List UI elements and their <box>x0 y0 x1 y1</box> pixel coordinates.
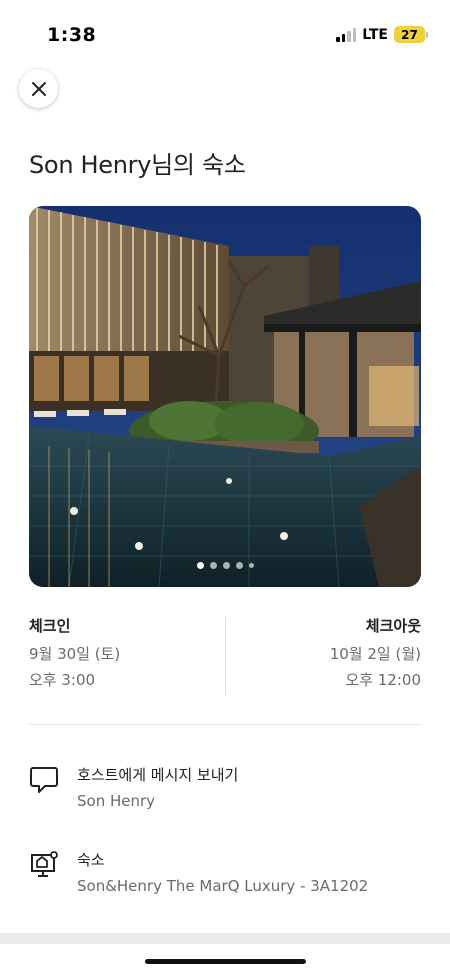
cellular-signal-icon <box>336 27 357 42</box>
checkin-column: 체크인 9월 30일 (토) 오후 3:00 <box>29 615 120 691</box>
checkin-time: 오후 3:00 <box>29 671 96 689</box>
page-title: Son Henry님의 숙소 <box>29 151 246 179</box>
listing-title: 숙소 <box>77 851 105 869</box>
checkin-date: 9월 30일 (토) <box>29 645 121 663</box>
status-bar: 1:38 LTE 27 <box>0 0 450 60</box>
carousel-dot <box>235 562 243 569</box>
carousel-indicator <box>29 562 421 569</box>
carousel-dot <box>248 563 254 568</box>
listing-photo[interactable] <box>29 206 421 587</box>
status-time: 1:38 <box>47 24 97 46</box>
checkout-date: 10월 2일 (월) <box>329 645 421 663</box>
checkin-label: 체크인 <box>29 617 71 635</box>
network-label: LTE <box>362 26 388 43</box>
checkout-time: 오후 12:00 <box>345 671 421 689</box>
carousel-dot <box>222 562 230 569</box>
close-button[interactable] <box>19 69 58 108</box>
message-host-row[interactable]: 호스트에게 메시지 보내기 Son Henry <box>29 764 421 816</box>
check-in-out-section: 체크인 9월 30일 (토) 오후 3:00 체크아웃 10월 2일 (월) 오… <box>29 615 421 697</box>
carousel-dot <box>196 562 204 569</box>
house-icon <box>31 851 58 877</box>
carousel-dot <box>209 562 217 569</box>
section-separator <box>0 933 450 944</box>
divider <box>29 724 421 725</box>
message-icon <box>30 767 58 793</box>
status-indicators: LTE 27 <box>336 26 428 43</box>
checkout-column: 체크아웃 10월 2일 (월) 오후 12:00 <box>330 615 421 691</box>
battery-icon: 27 <box>394 26 428 43</box>
battery-level: 27 <box>401 27 418 42</box>
checkout-label: 체크아웃 <box>365 617 421 635</box>
home-indicator[interactable] <box>145 959 306 964</box>
message-host-title: 호스트에게 메시지 보내기 <box>77 766 239 784</box>
listing-row[interactable]: 숙소 Son&Henry The MarQ Luxury - 3A1202 <box>29 849 421 901</box>
divider <box>225 617 226 695</box>
listing-name: Son&Henry The MarQ Luxury - 3A1202 <box>77 877 369 895</box>
host-name: Son Henry <box>77 792 156 810</box>
close-icon <box>31 81 46 96</box>
